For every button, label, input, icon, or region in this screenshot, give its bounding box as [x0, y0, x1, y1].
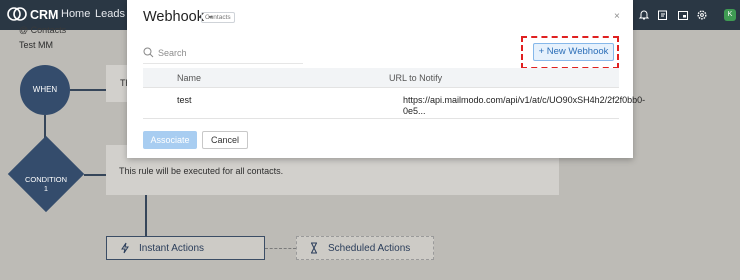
user-avatar[interactable]: K	[724, 9, 736, 21]
connector-dashed	[265, 248, 296, 249]
condition-node-label: CONDITION 1	[14, 175, 78, 193]
instant-actions-button[interactable]: Instant Actions	[106, 236, 265, 260]
nav-home[interactable]: Home	[61, 8, 90, 20]
condition-label: CONDITION	[24, 175, 68, 184]
search-box[interactable]	[143, 44, 303, 64]
rule-name: Test MM	[19, 40, 54, 50]
search-input[interactable]	[158, 45, 298, 61]
search-icon	[143, 47, 154, 58]
close-icon[interactable]: ×	[614, 11, 620, 22]
app-title[interactable]: CRM	[30, 8, 58, 22]
bell-icon[interactable]	[638, 9, 650, 21]
associate-button[interactable]: Associate	[143, 131, 197, 149]
cancel-button[interactable]: Cancel	[202, 131, 248, 149]
scheduled-actions-button[interactable]: Scheduled Actions	[296, 236, 434, 260]
column-header-name[interactable]: Name	[177, 73, 201, 83]
scheduled-actions-label: Scheduled Actions	[328, 243, 411, 254]
instant-actions-label: Instant Actions	[139, 243, 205, 254]
connector-line	[70, 89, 106, 91]
gear-icon[interactable]	[696, 9, 708, 21]
column-header-url[interactable]: URL to Notify	[389, 73, 442, 83]
condition-node[interactable]	[7, 135, 85, 213]
calendar-icon[interactable]	[677, 9, 689, 21]
condition-number: 1	[43, 184, 49, 193]
nav-leads[interactable]: Leads	[95, 8, 125, 20]
connector-line	[84, 174, 106, 176]
breadcrumb[interactable]: @ Contacts	[19, 25, 66, 35]
condition-description: This rule will be executed for all conta…	[119, 166, 284, 176]
crm-logo-icon	[7, 7, 27, 21]
webhook-url: https://api.mailmodo.com/api/v1/at/c/UO9…	[403, 95, 646, 116]
hourglass-icon	[311, 242, 317, 254]
table-header	[143, 68, 619, 88]
webhook-name: test	[177, 95, 192, 105]
module-tag: Contacts	[201, 12, 235, 23]
new-webhook-button[interactable]: + New Webhook	[533, 43, 614, 61]
lightning-icon	[121, 242, 129, 254]
compose-icon[interactable]	[657, 9, 669, 21]
connector-line	[145, 195, 147, 236]
when-node[interactable]: WHEN	[20, 65, 70, 115]
